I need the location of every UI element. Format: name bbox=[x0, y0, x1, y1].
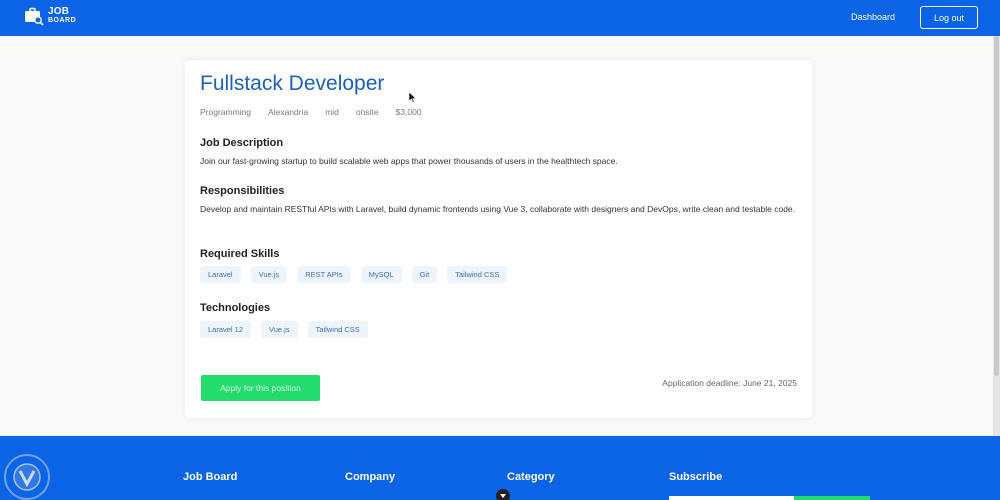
page-scrollbar[interactable] bbox=[993, 36, 1000, 436]
footer-heading-job-board: Job Board bbox=[183, 471, 238, 483]
apply-button[interactable]: Apply for this position bbox=[201, 375, 320, 401]
job-detail-card: Fullstack Developer Programming Alexandr… bbox=[185, 60, 812, 418]
technologies-tag-list: Laravel 12 Vue.js Tailwind CSS bbox=[200, 321, 368, 338]
description-heading: Job Description bbox=[200, 137, 284, 149]
job-location: Alexandria bbox=[268, 107, 309, 117]
mouse-cursor-icon bbox=[409, 92, 417, 103]
footer-heading-category: Category bbox=[507, 471, 555, 483]
skill-tag: Vue.js bbox=[250, 266, 288, 283]
technology-tag: Tailwind CSS bbox=[307, 321, 368, 338]
responsibilities-heading: Responsibilities bbox=[200, 185, 285, 197]
watermark-logo-icon bbox=[4, 454, 50, 500]
technology-tag: Vue.js bbox=[261, 321, 298, 338]
job-level: mid bbox=[325, 107, 339, 117]
description-text: Join our fast-growing startup to build s… bbox=[200, 156, 618, 166]
scroll-down-icon[interactable] bbox=[496, 489, 510, 500]
job-meta: Programming Alexandria mid onsite $3,000 bbox=[200, 107, 422, 117]
footer-heading-company: Company bbox=[345, 471, 396, 483]
skill-tag: REST APIs bbox=[297, 266, 351, 283]
skills-tag-list: Laravel Vue.js REST APIs MySQL Git Tailw… bbox=[200, 266, 508, 283]
application-deadline: Application deadline: June 21, 2025 bbox=[662, 378, 797, 388]
job-title: Fullstack Developer bbox=[200, 72, 385, 95]
job-board-logo[interactable]: JOB BOARD bbox=[24, 6, 76, 26]
skill-tag: Git bbox=[411, 266, 438, 283]
briefcase-icon bbox=[25, 7, 44, 26]
job-work-type: onsite bbox=[355, 107, 379, 117]
skill-tag: Tailwind CSS bbox=[447, 266, 508, 283]
job-salary: $3,000 bbox=[395, 107, 422, 117]
skill-tag: Laravel bbox=[200, 266, 241, 283]
technology-tag: Laravel 12 bbox=[200, 321, 252, 338]
job-category: Programming bbox=[200, 107, 252, 117]
logout-button[interactable]: Log out bbox=[920, 6, 978, 29]
logo-text-board: BOARD bbox=[48, 17, 77, 24]
skill-tag: MySQL bbox=[360, 266, 402, 283]
footer-heading-subscribe: Subscribe bbox=[669, 471, 723, 483]
dashboard-link[interactable]: Dashboard bbox=[851, 12, 895, 22]
skills-heading: Required Skills bbox=[200, 248, 280, 260]
technologies-heading: Technologies bbox=[200, 302, 271, 314]
scrollbar-thumb[interactable] bbox=[994, 36, 999, 376]
subscribe-button[interactable] bbox=[794, 496, 870, 500]
logo-text-job: JOB bbox=[48, 6, 70, 17]
top-navbar: JOB BOARD Dashboard Log out bbox=[0, 0, 1000, 36]
responsibilities-text: Develop and maintain RESTful APIs with L… bbox=[200, 204, 796, 214]
subscribe-email-input[interactable] bbox=[669, 496, 794, 500]
